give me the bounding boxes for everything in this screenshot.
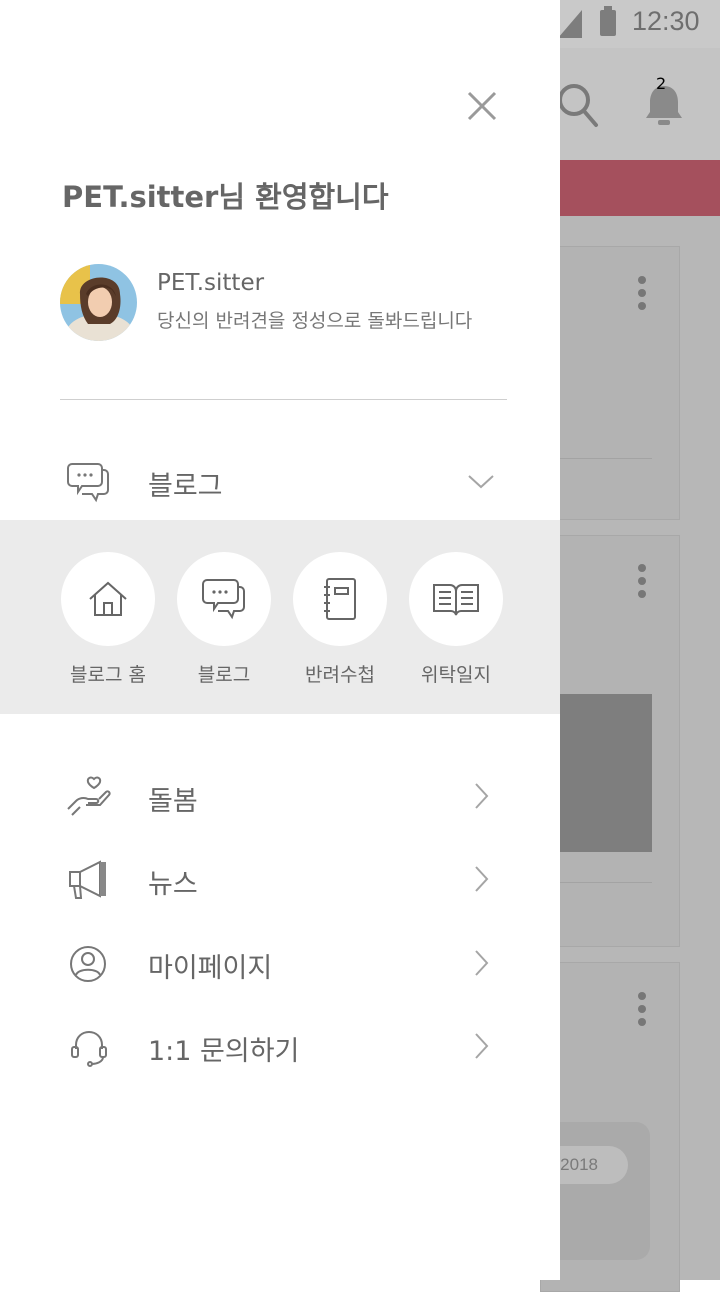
notebook-icon bbox=[324, 578, 356, 620]
submenu-item-label: 블로그 bbox=[197, 664, 251, 686]
submenu-icon-circle bbox=[409, 552, 503, 646]
menu-item-label: 뉴스 bbox=[148, 869, 198, 900]
avatar[interactable] bbox=[60, 264, 137, 341]
background-divider bbox=[560, 458, 652, 459]
profile-description: 당신의 반려견을 정성으로 돌봐드립니다 bbox=[157, 310, 473, 332]
background-card bbox=[540, 246, 680, 520]
open-book-icon bbox=[433, 584, 479, 616]
menu-item-label: 블로그 bbox=[148, 471, 223, 502]
background-divider bbox=[560, 882, 652, 883]
chevron-right-icon bbox=[475, 950, 489, 976]
menu-item-label: 1:1 문의하기 bbox=[148, 1036, 300, 1067]
home-icon bbox=[89, 581, 127, 616]
menu-item-label: 마이페이지 bbox=[148, 953, 273, 984]
close-icon[interactable] bbox=[462, 86, 502, 126]
menu-item-label: 돌봄 bbox=[148, 786, 198, 817]
headset-icon bbox=[71, 1030, 107, 1067]
signal-icon bbox=[558, 10, 582, 38]
menu-item-blog[interactable]: 블로그 bbox=[0, 440, 560, 524]
profile-name: PET.sitter bbox=[157, 270, 265, 296]
user-circle-icon bbox=[70, 946, 106, 982]
divider bbox=[60, 399, 507, 400]
battery-icon bbox=[600, 6, 616, 36]
more-icon bbox=[638, 992, 646, 1031]
blog-submenu: 블로그 홈 블로그 반려수첩 위탁일지 bbox=[0, 520, 560, 714]
chat-bubbles-icon bbox=[67, 463, 109, 503]
chevron-right-icon bbox=[475, 783, 489, 809]
menu-item-care[interactable]: 돌봄 bbox=[0, 755, 560, 839]
submenu-icon-circle bbox=[293, 552, 387, 646]
more-icon bbox=[638, 276, 646, 315]
care-hand-heart-icon bbox=[67, 776, 111, 816]
submenu-item-label: 블로그 홈 bbox=[70, 664, 146, 686]
navigation-drawer: PET.sitter님 환영합니다 PET.sitter 당신의 반려견을 정성… bbox=[0, 0, 560, 1280]
welcome-title: PET.sitter님 환영합니다 bbox=[62, 180, 389, 214]
megaphone-icon bbox=[69, 860, 106, 899]
chevron-down-icon bbox=[468, 475, 494, 489]
chevron-right-icon bbox=[475, 866, 489, 892]
submenu-item-label: 반려수첩 bbox=[305, 664, 375, 686]
submenu-icon-circle bbox=[177, 552, 271, 646]
submenu-icon-circle bbox=[61, 552, 155, 646]
search-icon[interactable] bbox=[556, 82, 600, 130]
notification-badge: 2 bbox=[656, 74, 667, 93]
submenu-item-pet-notebook[interactable]: 반려수첩 bbox=[279, 552, 395, 692]
submenu-item-care-diary[interactable]: 위탁일지 bbox=[395, 552, 511, 692]
submenu-item-blog-home[interactable]: 블로그 홈 bbox=[47, 552, 163, 692]
menu-item-inquiry[interactable]: 1:1 문의하기 bbox=[0, 1005, 560, 1089]
menu-item-mypage[interactable]: 마이페이지 bbox=[0, 922, 560, 1006]
menu-item-news[interactable]: 뉴스 bbox=[0, 838, 560, 922]
more-icon bbox=[638, 564, 646, 603]
submenu-item-label: 위탁일지 bbox=[421, 664, 491, 686]
chevron-right-icon bbox=[475, 1033, 489, 1059]
status-time: 12:30 bbox=[632, 6, 700, 36]
chat-bubbles-icon bbox=[202, 579, 245, 620]
submenu-item-blog[interactable]: 블로그 bbox=[163, 552, 279, 692]
